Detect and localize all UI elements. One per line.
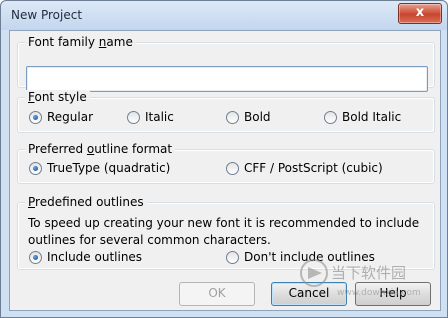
style-regular-radio[interactable]: Regular xyxy=(29,110,93,124)
radio-unselected-icon xyxy=(226,161,239,175)
predefined-outlines-group: Predefined outlines To speed up creating… xyxy=(17,195,435,270)
style-bold-italic-radio[interactable]: Bold Italic xyxy=(324,110,401,124)
radio-unselected-icon xyxy=(226,110,239,124)
radio-selected-icon xyxy=(29,110,42,124)
new-project-dialog: New Project x Font family name Font styl… xyxy=(0,0,448,318)
close-icon: x xyxy=(415,5,425,20)
style-italic-radio[interactable]: Italic xyxy=(127,110,174,124)
font-style-label: Font style xyxy=(25,90,90,104)
dialog-body: Font family name Font style Regular Ital… xyxy=(9,30,441,311)
radio-unselected-icon xyxy=(127,110,140,124)
ok-button[interactable]: OK xyxy=(179,282,255,306)
outline-format-label: Preferred outline format xyxy=(25,142,176,156)
predefined-outlines-label: Predefined outlines xyxy=(25,195,147,209)
font-family-input[interactable] xyxy=(26,66,428,92)
truetype-radio[interactable]: TrueType (quadratic) xyxy=(29,161,170,175)
font-style-group: Font style Regular Italic Bold Bold Ital… xyxy=(17,90,435,133)
include-outlines-radio[interactable]: Include outlines xyxy=(29,250,142,264)
dont-include-outlines-radio[interactable]: Don't include outlines xyxy=(226,250,375,264)
font-family-group: Font family name xyxy=(17,35,435,92)
outline-format-group: Preferred outline format TrueType (quadr… xyxy=(17,142,435,184)
radio-selected-icon xyxy=(29,250,42,264)
cancel-button[interactable]: Cancel xyxy=(271,282,347,306)
font-family-label: Font family name xyxy=(25,35,136,49)
help-button[interactable]: Help xyxy=(355,282,431,306)
close-button[interactable]: x xyxy=(398,3,442,24)
window-title: New Project xyxy=(11,8,83,22)
cff-postscript-radio[interactable]: CFF / PostScript (cubic) xyxy=(226,161,383,175)
radio-unselected-icon xyxy=(226,250,239,264)
style-bold-radio[interactable]: Bold xyxy=(226,110,271,124)
radio-selected-icon xyxy=(29,161,42,175)
radio-unselected-icon xyxy=(324,110,337,124)
title-bar[interactable]: New Project x xyxy=(1,1,447,30)
predefined-description: To speed up creating your new font it is… xyxy=(28,216,420,247)
